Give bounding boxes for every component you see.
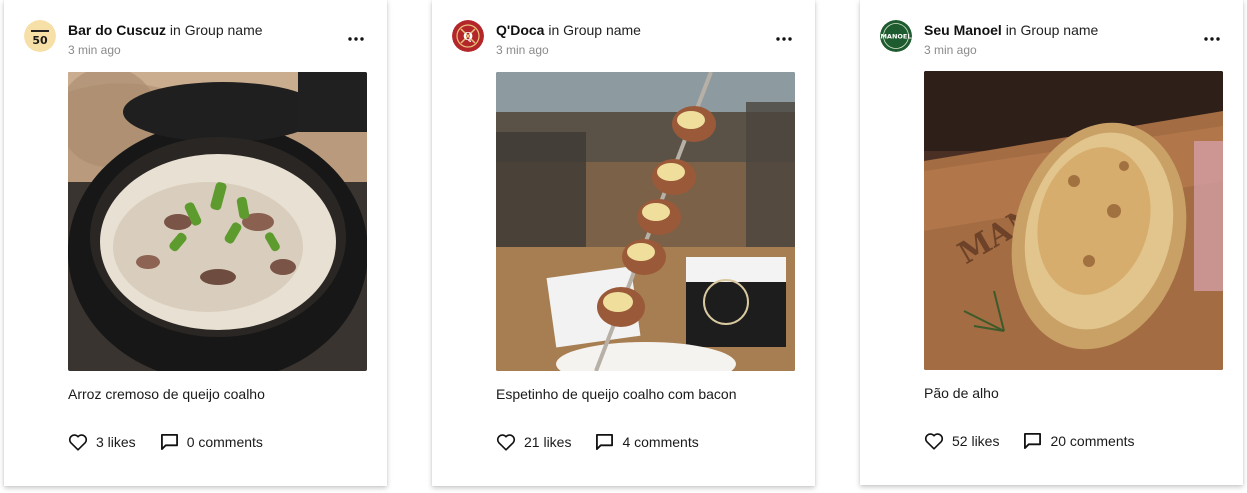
clay-pot-rice-image <box>68 72 367 371</box>
group-name[interactable]: Group name <box>563 22 641 38</box>
seu-manoel-logo-icon: MANOEL <box>880 20 912 52</box>
more-options-button[interactable] <box>775 30 793 48</box>
post-card: 50 Bar do Cuscuz in Group name 3 min ago <box>4 0 387 486</box>
comment-button[interactable]: 4 comments <box>595 433 699 451</box>
heart-icon <box>496 434 516 451</box>
post-caption: Pão de alho <box>924 385 999 401</box>
avatar-logo-text: MANOEL <box>880 33 911 41</box>
more-horizontal-icon <box>1204 37 1220 41</box>
post-caption: Espetinho de queijo coalho com bacon <box>496 386 737 402</box>
cheese-skewer-image <box>496 72 795 371</box>
author-name[interactable]: Seu Manoel <box>924 22 1002 38</box>
likes-count: 52 likes <box>952 433 1000 449</box>
group-name[interactable]: Group name <box>185 22 263 38</box>
heart-icon <box>68 434 88 451</box>
group-name[interactable]: Group name <box>1020 22 1098 38</box>
avatar[interactable]: MANOEL <box>880 20 912 52</box>
comment-button[interactable]: 0 comments <box>160 433 263 451</box>
post-actions: 52 likes 20 comments <box>924 430 1159 452</box>
avatar-logo-text: 50 <box>32 34 48 47</box>
more-horizontal-icon <box>776 37 792 41</box>
post-caption: Arroz cremoso de queijo coalho <box>68 386 265 402</box>
post-card: MANOEL Seu Manoel in Group name 3 min ag… <box>860 0 1243 485</box>
more-horizontal-icon <box>348 37 364 41</box>
comment-icon <box>160 433 178 451</box>
comments-count: 20 comments <box>1050 433 1135 449</box>
comments-count: 0 comments <box>186 434 263 450</box>
comment-icon <box>596 433 614 451</box>
comment-icon <box>1024 432 1042 450</box>
post-card: Q Q'Doca in Group name 3 min ago Espetin… <box>432 0 815 486</box>
in-label: in <box>169 22 181 38</box>
post-time: 3 min ago <box>68 43 121 57</box>
heart-icon <box>924 433 944 450</box>
likes-count: 21 likes <box>524 434 572 450</box>
comment-button[interactable]: 20 comments <box>1023 432 1135 450</box>
comments-count: 4 comments <box>622 434 699 450</box>
likes-count: 3 likes <box>96 434 136 450</box>
post-actions: 3 likes 0 comments <box>68 431 287 453</box>
post-photo[interactable]: MANOEL <box>924 71 1223 370</box>
avatar-logo-text: Q <box>463 30 473 43</box>
post-photo[interactable] <box>68 72 367 371</box>
garlic-bread-image: MANOEL <box>924 71 1223 370</box>
more-options-button[interactable] <box>1203 30 1221 48</box>
like-button[interactable]: 21 likes <box>496 433 571 451</box>
post-time: 3 min ago <box>924 43 977 57</box>
like-button[interactable]: 3 likes <box>68 433 136 451</box>
avatar[interactable]: 50 <box>24 20 56 52</box>
author-name[interactable]: Bar do Cuscuz <box>68 22 166 38</box>
like-button[interactable]: 52 likes <box>924 432 999 450</box>
in-label: in <box>1005 22 1017 38</box>
bar-do-cuscuz-logo-icon: 50 <box>24 20 56 52</box>
more-options-button[interactable] <box>347 30 365 48</box>
avatar[interactable]: Q <box>452 20 484 52</box>
post-photo[interactable] <box>496 72 795 371</box>
post-actions: 21 likes 4 comments <box>496 431 723 453</box>
qdoca-logo-icon: Q <box>452 20 484 52</box>
author-name[interactable]: Q'Doca <box>496 22 544 38</box>
post-header: Bar do Cuscuz in Group name <box>68 22 263 38</box>
post-header: Seu Manoel in Group name <box>924 22 1098 38</box>
post-header: Q'Doca in Group name <box>496 22 641 38</box>
post-time: 3 min ago <box>496 43 549 57</box>
in-label: in <box>548 22 560 38</box>
